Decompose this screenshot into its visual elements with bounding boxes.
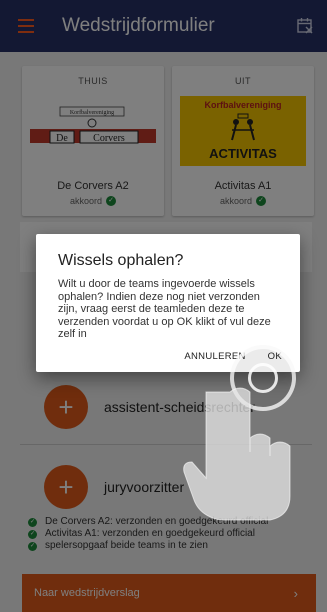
pointing-hand-icon [183,387,291,521]
dialog-message: Wilt u door de teams ingevoerde wissels … [58,278,271,340]
dialog-title: Wissels ophalen? [58,252,184,269]
app-screen: Wedstrijdformulier THUIS Korfbalverenigi… [0,0,327,612]
